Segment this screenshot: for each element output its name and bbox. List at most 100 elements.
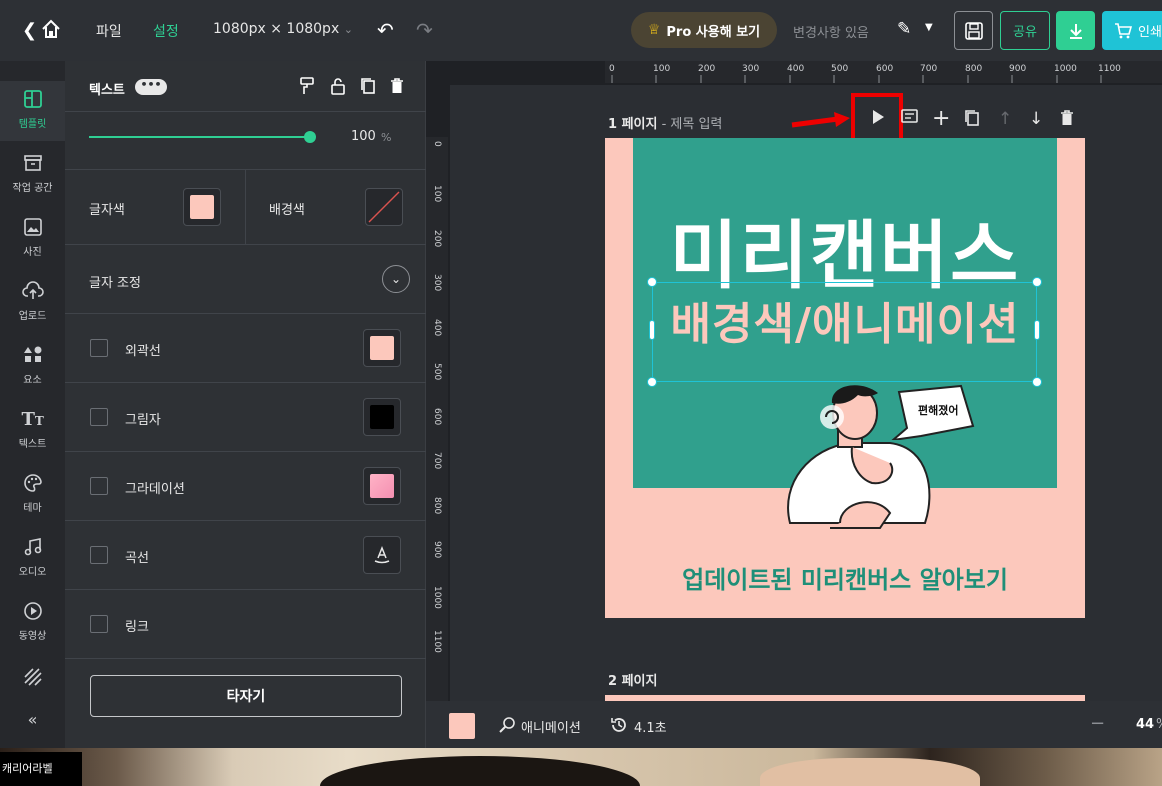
ruler-label: 200	[432, 230, 442, 248]
duplicate-icon[interactable]	[360, 77, 376, 99]
opacity-slider-knob[interactable]	[304, 131, 316, 143]
animation-button[interactable]: 애니메이션	[521, 717, 581, 736]
ruler-label: 700	[920, 64, 938, 74]
diagonal-lines-icon	[22, 667, 44, 689]
gradient-checkbox[interactable]	[90, 477, 108, 495]
shadow-label: 그림자	[125, 413, 161, 428]
pen-icon[interactable]: ✎	[897, 19, 911, 39]
link-checkbox[interactable]	[90, 615, 108, 633]
typewriter-button[interactable]: 타자기	[90, 675, 402, 717]
photo-shape	[760, 758, 980, 786]
page-title-input[interactable]: - 제목 입력	[662, 117, 723, 132]
panel-header: 텍스트 •••	[65, 61, 426, 112]
rail-item-audio[interactable]: 오디오	[0, 529, 65, 589]
resize-handle[interactable]	[647, 377, 657, 387]
top-toolbar: ❮ 파일 설정 1080px × 1080px ⌄ ↶ ↷ ♕ Pro 사용해 …	[0, 0, 1162, 61]
unlock-icon[interactable]	[331, 77, 345, 99]
bottom-caption-text[interactable]: 업데이트된 미리캔버스 알아보기	[605, 560, 1085, 595]
background-photo	[0, 748, 1162, 786]
ruler-label: 600	[432, 408, 442, 426]
ruler-label: 400	[787, 64, 805, 74]
save-button[interactable]	[954, 11, 993, 50]
undo-icon[interactable]: ↶	[377, 18, 394, 42]
design-page-1[interactable]: 미리캔버스 배경색/애니메이션 편해졌어 업데이트된 미리캔버스 알아보기	[605, 138, 1085, 618]
delete-page-icon[interactable]	[1060, 109, 1074, 132]
shadow-color-swatch[interactable]	[363, 398, 401, 436]
side-handle[interactable]	[649, 320, 655, 340]
chevron-down-icon[interactable]: ⌄	[382, 265, 410, 293]
more-options-button[interactable]: •••	[135, 79, 167, 95]
home-icon[interactable]	[40, 18, 62, 44]
move-page-down-icon[interactable]: ↓	[1029, 109, 1043, 129]
rail-item-upload[interactable]: 업로드	[0, 273, 65, 333]
outline-checkbox[interactable]	[90, 339, 108, 357]
rail-label: 텍스트	[18, 439, 47, 450]
history-clock-icon[interactable]	[610, 716, 628, 738]
play-animation-icon[interactable]	[871, 109, 885, 130]
bg-color-label: 배경색	[269, 203, 305, 218]
resize-handle[interactable]	[1032, 277, 1042, 287]
rail-item-video[interactable]: 동영상	[0, 593, 65, 653]
pen-dropdown-caret-icon[interactable]: ▼	[925, 22, 933, 33]
page-notes-icon[interactable]	[901, 109, 919, 130]
curve-settings-button[interactable]	[363, 536, 401, 574]
bg-color-swatch[interactable]	[365, 188, 403, 226]
pro-trial-button[interactable]: ♕ Pro 사용해 보기	[631, 12, 777, 48]
shadow-checkbox[interactable]	[90, 408, 108, 426]
text-adjust-row[interactable]: 글자 조정 ⌄	[65, 245, 426, 314]
cloud-upload-icon	[21, 281, 44, 303]
shadow-color-fill	[370, 405, 394, 429]
rail-label: 템플릿	[18, 119, 47, 130]
print-label: 인쇄	[1138, 25, 1162, 40]
move-page-up-icon[interactable]: ↑	[998, 109, 1012, 129]
zoom-out-button[interactable]: −	[1090, 713, 1105, 734]
download-button[interactable]	[1056, 11, 1095, 50]
rail-item-template[interactable]: 템플릿	[0, 81, 65, 141]
print-button[interactable]: 인쇄	[1102, 11, 1162, 50]
rail-item-workspace[interactable]: 작업 공간	[0, 145, 65, 205]
curve-checkbox[interactable]	[90, 546, 108, 564]
text-color-swatch[interactable]	[183, 188, 221, 226]
opacity-value[interactable]: 100	[351, 129, 376, 144]
zoom-value[interactable]: 44	[1136, 717, 1154, 732]
image-icon	[22, 217, 44, 239]
opacity-unit: %	[381, 131, 392, 144]
file-menu[interactable]: 파일	[96, 21, 122, 41]
curved-text-icon	[374, 545, 390, 564]
selection-box[interactable]	[652, 282, 1037, 382]
duplicate-page-icon[interactable]	[964, 109, 980, 132]
page-duration[interactable]: 4.1초	[634, 717, 667, 736]
side-handle[interactable]	[1034, 320, 1040, 340]
rail-item-photo[interactable]: 사진	[0, 209, 65, 269]
settings-menu[interactable]: 설정	[153, 21, 179, 41]
outline-row: 외곽선	[65, 314, 426, 383]
animation-wand-icon[interactable]	[498, 716, 516, 738]
resize-handle[interactable]	[1032, 377, 1042, 387]
resize-handle[interactable]	[647, 277, 657, 287]
rail-item-theme[interactable]: 테마	[0, 465, 65, 525]
speech-bubble-text[interactable]: 편해졌어	[918, 402, 958, 418]
chevron-down-icon: ⌄	[343, 23, 353, 36]
back-chevron-icon[interactable]: ❮	[22, 20, 37, 41]
outline-color-swatch[interactable]	[363, 329, 401, 367]
rail-item-elements[interactable]: 요소	[0, 337, 65, 397]
ruler-label: 900	[1009, 64, 1027, 74]
page-bg-color-swatch[interactable]	[449, 713, 475, 739]
rail-item-text[interactable]: TT 텍스트	[0, 401, 65, 461]
rail-label: 동영상	[18, 631, 47, 642]
trash-icon[interactable]	[390, 77, 404, 99]
photo-shape	[320, 756, 640, 786]
rail-label: 사진	[23, 247, 42, 258]
archive-icon	[22, 153, 44, 175]
canvas-size-dropdown[interactable]: 1080px × 1080px ⌄	[213, 21, 353, 37]
share-button[interactable]: 공유	[1000, 11, 1050, 50]
paint-roller-icon[interactable]	[299, 77, 315, 99]
text-adjust-label: 글자 조정	[89, 276, 141, 291]
gradient-color-swatch[interactable]	[363, 467, 401, 505]
outline-color-fill	[370, 336, 394, 360]
ruler-label: 0	[609, 64, 615, 74]
opacity-slider-track[interactable]	[89, 136, 311, 138]
redo-icon[interactable]: ↷	[416, 18, 433, 42]
add-page-icon[interactable]: +	[932, 106, 950, 131]
left-nav-rail: 템플릿 작업 공간 사진 업로드 요소 TT 텍스트 테마 오디오 동영상 «	[0, 61, 65, 748]
